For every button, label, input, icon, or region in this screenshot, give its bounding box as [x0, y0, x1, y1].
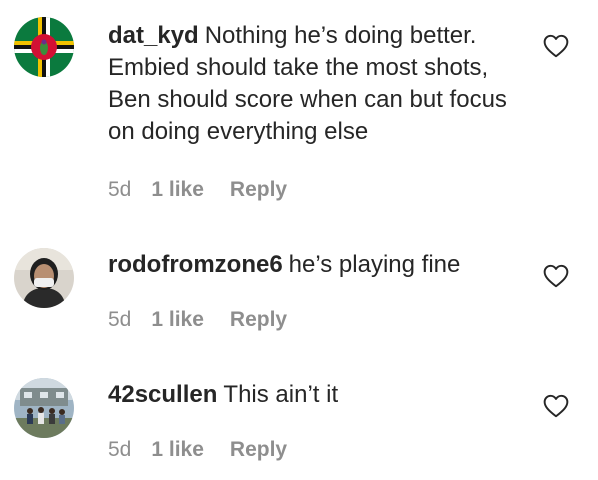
reply-button[interactable]: Reply	[230, 308, 287, 332]
comment-time: 5d	[108, 438, 132, 461]
comment-item: dat_kyd Nothing he’s doing better. Embied…	[0, 0, 598, 220]
comment-meta: 5d 1 like Reply	[108, 308, 287, 332]
like-count[interactable]: 1 like	[151, 308, 204, 332]
comment-item: rodofromzone6 he’s playing fine 5d 1 like R…	[0, 220, 598, 350]
comment-item: 42scullen This ain’t it 5d 1 like Reply	[0, 350, 598, 480]
comment-username[interactable]: 42scullen	[108, 381, 217, 408]
reply-button[interactable]: Reply	[230, 178, 287, 202]
like-count[interactable]: 1 like	[151, 438, 204, 462]
comment-time: 5d	[108, 178, 132, 201]
dominica-flag-avatar	[14, 17, 74, 77]
comment-text: he’s playing fine	[288, 251, 461, 278]
user-avatar[interactable]	[14, 17, 74, 77]
like-heart-icon[interactable]	[543, 34, 569, 58]
reply-button[interactable]: Reply	[230, 438, 287, 462]
user-avatar[interactable]	[14, 248, 74, 308]
person-with-mask-avatar	[14, 248, 74, 308]
comment-meta: 5d 1 like Reply	[108, 438, 287, 462]
comment-body: 42scullen This ain’t it	[108, 379, 528, 411]
group-photo-avatar	[14, 378, 74, 438]
comment-meta: 5d 1 like Reply	[108, 178, 287, 202]
comment-username[interactable]: rodofromzone6	[108, 251, 283, 278]
like-heart-icon[interactable]	[543, 264, 569, 288]
like-heart-icon[interactable]	[543, 394, 569, 418]
comment-time: 5d	[108, 308, 132, 331]
comment-body: rodofromzone6 he’s playing fine	[108, 249, 528, 281]
user-avatar[interactable]	[14, 378, 74, 438]
like-count[interactable]: 1 like	[151, 178, 204, 202]
comment-text: This ain’t it	[223, 381, 339, 408]
comment-body: dat_kyd Nothing he’s doing better. Embied…	[108, 20, 528, 148]
comment-username[interactable]: dat_kyd	[108, 22, 199, 49]
